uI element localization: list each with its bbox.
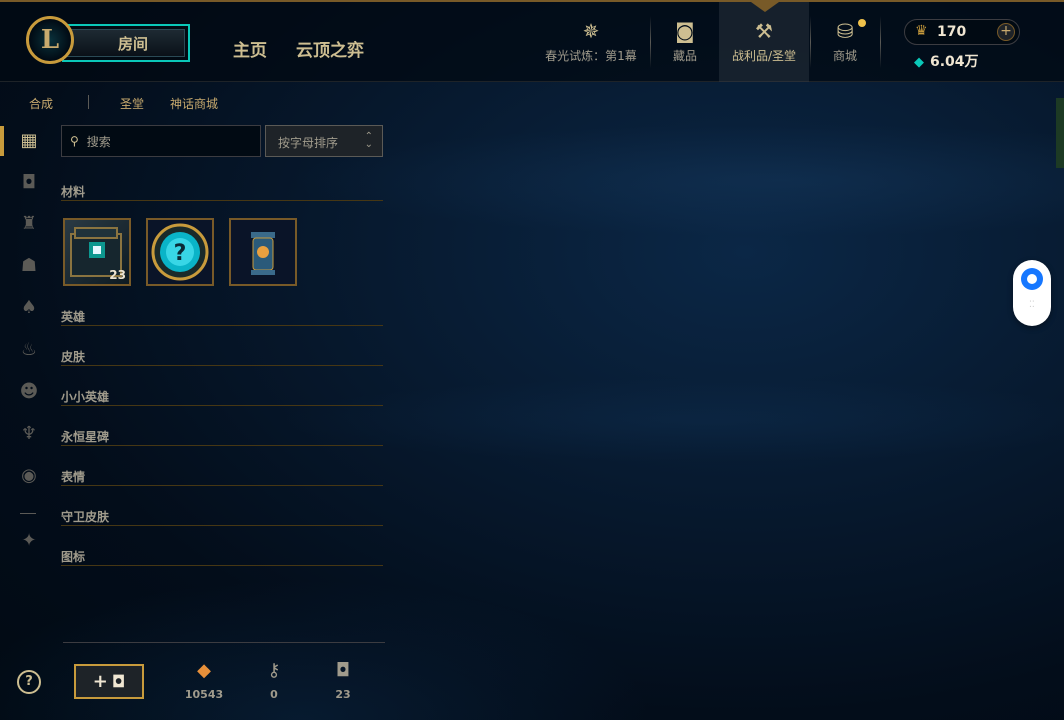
svg-text:?: ? [174,241,187,266]
loot-icon: ⚒ [755,19,773,43]
subnav-divider [88,95,89,109]
footer-divider [63,642,385,643]
category-skins[interactable]: 皮肤 [61,346,383,366]
chest-icon: ◘ [111,672,126,691]
emote-icon[interactable]: ☻ [18,381,40,403]
sort-label: 按字母排序 [278,136,339,150]
champion-icon[interactable]: ♜ [18,213,40,235]
key-icon: ⚷ [267,660,281,681]
category-icons[interactable]: 图标 [61,546,383,566]
nav-loot-label: 战利品/圣堂 [731,49,797,63]
all-icon[interactable]: ▦ [18,130,40,152]
nav-home[interactable]: 主页 [233,36,267,61]
assistant-icon [1021,268,1043,290]
key-amount: 0 [270,688,278,701]
search-icon: ⚲ [70,134,79,148]
rp-icon: ♛ [915,23,928,39]
nav-event-pass[interactable]: ✵ 春光试炼：第1幕 [544,2,638,84]
orange-essence-counter: ◆ 10543 [179,660,229,701]
drag-handle-icon[interactable]: ⁚⁚ [1029,301,1035,310]
nav-collection[interactable]: ◙ 藏品 [660,2,710,84]
blue-essence-icon: ◆ [914,55,924,70]
category-eternals[interactable]: 永恒星碑 [61,426,383,446]
be-balance: ◆ 6.04万 [914,51,979,71]
window-edge [1056,98,1064,168]
mystery-orb-icon: ? [151,223,209,281]
skin-icon[interactable]: ☗ [18,255,40,277]
profile-icon[interactable]: ◉ [18,465,40,487]
sidebar-divider [20,513,36,514]
add-label: + [92,671,108,692]
add-chest-button[interactable]: + ◘ [74,664,144,699]
nav-loot[interactable]: ⚒ 战利品/圣堂 [724,2,804,84]
sort-dropdown[interactable]: 按字母排序 ⌃ ⌄ [265,125,383,157]
store-notification-dot [858,19,866,27]
capsule-icon [251,232,275,275]
nav-collection-label: 藏品 [672,49,697,63]
collection-icon: ◙ [675,19,695,43]
nav-divider [650,16,651,68]
category-little-legends[interactable]: 小小英雄 [61,386,383,406]
nav-store[interactable]: ⛁ 商城 [822,2,868,84]
top-bar: L 房间 主页 云顶之弈 ✵ 春光试炼：第1幕 ◙ 藏品 ⚒ 战利品/圣堂 ⛁ … [0,0,1064,82]
sort-arrows-icon: ⌃ ⌄ [364,131,373,150]
nav-tft[interactable]: 云顶之弈 [296,36,364,61]
search-placeholder: 搜索 [86,134,111,149]
emblem-icon[interactable]: ✦ [18,530,40,552]
orange-essence-amount: 10543 [184,688,224,701]
key-counter: ⚷ 0 [249,660,299,701]
be-amount: 6.04万 [930,54,979,70]
rp-balance[interactable]: ♛ 170 + [904,19,1020,45]
chest-amount: 23 [335,688,351,701]
buy-rp-button[interactable]: + [997,23,1015,41]
store-icon: ⛁ [836,19,854,43]
capsule-item[interactable] [229,218,297,286]
little-legend-icon[interactable]: ♆ [18,423,40,445]
mystery-orb-item[interactable]: ? [146,218,214,286]
emote-flame-icon[interactable]: ♨ [18,339,40,361]
tab-crafting[interactable]: 合成 [29,95,53,112]
item-count: 23 [109,268,126,282]
category-ward-skins[interactable]: 守卫皮肤 [61,506,383,526]
sidebar-active-indicator [0,126,4,156]
play-button-label: 房间 [67,29,185,57]
chest-count-icon: ◘ [335,660,351,681]
play-button[interactable]: 房间 [62,24,190,62]
ward-icon[interactable]: ♠ [18,297,40,319]
floating-assistant-widget[interactable]: ⁚⁚ [1013,260,1051,326]
tab-mythic-shop[interactable]: 神话商城 [170,95,218,112]
tab-sanctum[interactable]: 圣堂 [120,95,144,112]
nav-event-pass-label: 春光试炼：第1幕 [545,49,637,63]
league-logo-icon[interactable]: L [26,16,74,64]
category-materials[interactable]: 材料 [61,181,383,201]
nav-store-label: 商城 [832,49,857,63]
chest-icon[interactable]: ◘ [18,172,40,194]
search-input[interactable]: ⚲ 搜索 [61,125,261,157]
chest-counter: ◘ 23 [318,660,368,701]
help-button[interactable]: ? [17,670,41,694]
orange-essence-icon: ◆ [197,660,211,681]
nav-divider [880,16,881,68]
category-emotes[interactable]: 表情 [61,466,383,486]
rp-amount: 170 [937,24,967,40]
event-pass-icon: ✵ [582,19,600,43]
category-champions[interactable]: 英雄 [61,306,383,326]
hextech-chest-item[interactable]: 23 [63,218,131,286]
nav-divider [810,16,811,68]
